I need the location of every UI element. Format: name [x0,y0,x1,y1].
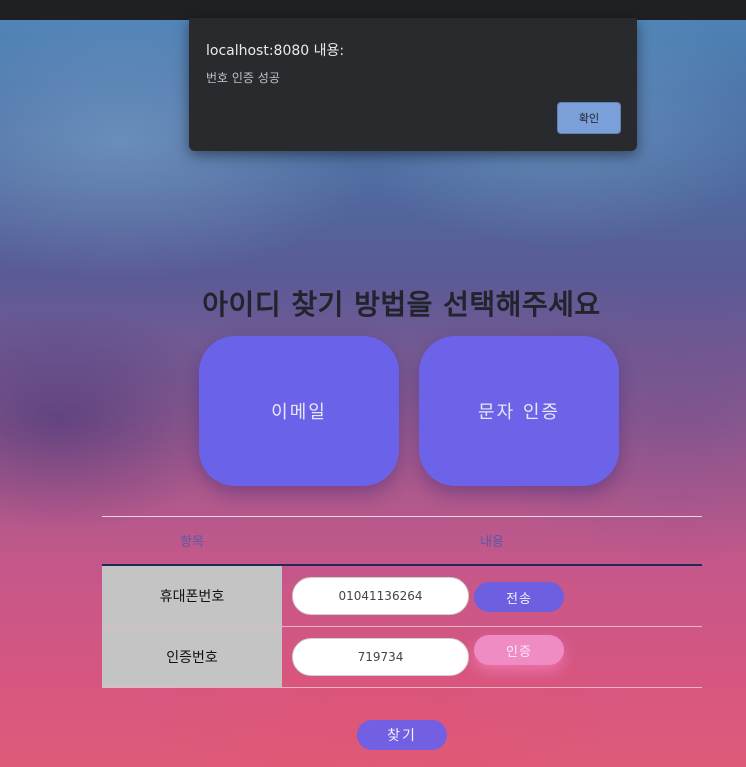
phone-value-cell: 전송 [282,566,702,626]
header-item: 항목 [180,535,204,550]
dialog-title: localhost:8080 내용: [206,43,345,59]
phone-label: 휴대폰번호 [102,566,282,626]
table-row-phone: 휴대폰번호 전송 [102,566,702,627]
browser-top-strip [0,0,746,20]
verification-table: 항목 내용 휴대폰번호 전송 인증번호 인증 [102,516,702,688]
header-content: 내용 [480,535,504,550]
phone-input[interactable] [292,577,469,615]
verify-button[interactable]: 인증 [474,635,564,665]
find-button[interactable]: 찾기 [357,720,447,750]
page-title: 아이디 찾기 방법을 선택해주세요 [202,288,601,321]
table-header: 항목 내용 [102,517,702,566]
code-label: 인증번호 [102,627,282,687]
table-row-code: 인증번호 인증 [102,627,702,688]
email-method-button[interactable]: 이메일 [199,336,399,486]
code-value-cell: 인증 [282,627,702,687]
code-input[interactable] [292,638,469,676]
dialog-message: 번호 인증 성공 [206,71,280,85]
dialog-ok-button[interactable]: 확인 [557,102,621,134]
sms-method-button[interactable]: 문자 인증 [419,336,619,486]
alert-dialog: localhost:8080 내용: 번호 인증 성공 확인 [189,18,637,151]
send-button[interactable]: 전송 [474,582,564,612]
